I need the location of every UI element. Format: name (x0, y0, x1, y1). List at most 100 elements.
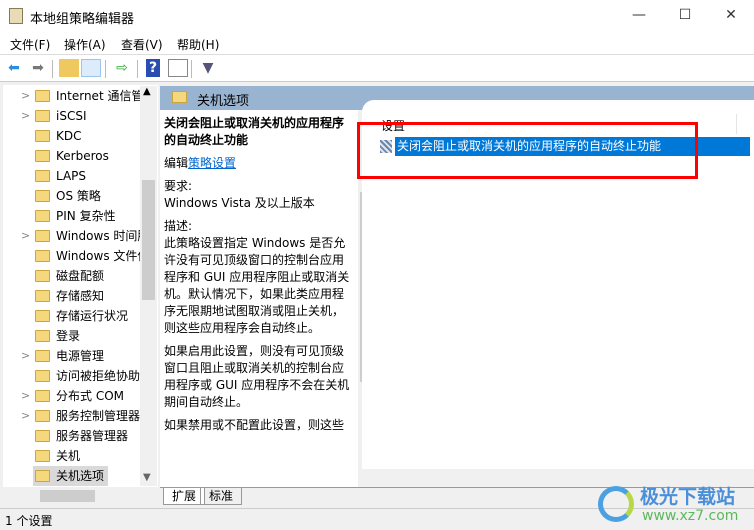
description-label: 描述: (164, 219, 193, 233)
tree-item[interactable]: PIN 复杂性 (3, 206, 140, 226)
app-icon (9, 8, 23, 24)
watermark-logo: 极光下载站 www.xz7.com (598, 480, 750, 528)
tab-standard[interactable]: 标准 (200, 488, 243, 505)
toolbar-separator (52, 60, 53, 78)
export-list-icon[interactable]: ⇨ (112, 59, 132, 77)
chevron-right-icon[interactable]: > (21, 86, 30, 106)
menu-help[interactable]: 帮助(H) (177, 36, 219, 53)
folder-icon (35, 410, 50, 422)
tree-item[interactable]: OS 策略 (3, 186, 140, 206)
tree-item-label: 服务控制管理器 (56, 409, 140, 423)
tree-item-label: Windows 文件保 (56, 249, 140, 263)
tree-item[interactable]: 存储感知 (3, 286, 140, 306)
folder-icon (35, 370, 50, 382)
current-folder-title: 关机选项 (197, 94, 250, 109)
folder-icon (35, 170, 50, 182)
menu-file[interactable]: 文件(F) (10, 36, 50, 53)
tree-item[interactable]: 服务器管理器 (3, 426, 140, 446)
tree-item-label: 登录 (56, 329, 81, 343)
tree-item[interactable]: > Windows 时间服 (3, 226, 140, 246)
toolbar-separator (137, 60, 138, 78)
tree-item-label: 存储感知 (56, 289, 105, 303)
tree-item[interactable]: 访问被拒绝协助 (3, 366, 140, 386)
tree-item[interactable]: LAPS (3, 166, 140, 186)
close-button[interactable]: ✕ (708, 0, 754, 32)
forward-icon[interactable]: ➡ (28, 59, 48, 77)
folder-icon (35, 390, 50, 402)
show-hide-tree-icon[interactable] (81, 59, 101, 77)
tree-item-label: 服务器管理器 (56, 429, 129, 443)
minimize-button[interactable]: — (616, 0, 662, 32)
description-pane: 关闭会阻止或取消关机的应用程序的自动终止功能 编辑策略设置 要求: Window… (160, 110, 358, 487)
scroll-down-icon[interactable]: ▼ (143, 472, 151, 483)
window-title: 本地组策略编辑器 (30, 12, 135, 27)
folder-icon (35, 330, 50, 342)
folder-icon (35, 130, 50, 142)
menu-bar (0, 32, 754, 55)
tab-extended[interactable]: 扩展 (163, 488, 206, 505)
tree-item-label: iSCSI (56, 109, 87, 123)
scroll-up-icon[interactable]: ▲ (143, 86, 151, 97)
requirements-label: 要求: (164, 179, 193, 193)
tree-item-label: 分布式 COM (56, 389, 124, 403)
tree-item[interactable]: > 电源管理 (3, 346, 140, 366)
tree-item[interactable]: 存储运行状况 (3, 306, 140, 326)
folder-icon (35, 430, 50, 442)
toolbar-separator (191, 60, 192, 78)
tree-item-label: Windows 时间服 (56, 229, 140, 243)
tree-item[interactable]: Windows 文件保 (3, 246, 140, 266)
tree-pane: > Internet 通信管 > iSCSI KDC Kerberos LAPS OS 策略 P… (3, 85, 158, 487)
tree-item[interactable]: 磁盘配额 (3, 266, 140, 286)
chevron-right-icon[interactable]: > (21, 346, 30, 366)
tree-item-label: 关机选项 (56, 469, 105, 483)
help-icon[interactable]: ? (146, 59, 160, 77)
back-icon[interactable]: ⬅ (4, 59, 24, 77)
tree-item-label: Kerberos (56, 149, 109, 163)
folder-icon (35, 110, 50, 122)
up-folder-icon[interactable] (59, 59, 79, 77)
tree-item-label: 磁盘配额 (56, 269, 105, 283)
tree-item-label: OS 策略 (56, 189, 101, 203)
description-p1: 此策略设置指定 Windows 是否允许没有可见顶级窗口的控制台应用程序和 GU… (164, 236, 350, 335)
tree-item-label: LAPS (56, 169, 87, 183)
folder-icon (35, 150, 50, 162)
tree-item[interactable]: 登录 (3, 326, 140, 346)
edit-prefix: 编辑 (164, 156, 189, 170)
chevron-right-icon[interactable]: > (21, 106, 30, 126)
menu-view[interactable]: 查看(V) (121, 36, 163, 53)
folder-icon (172, 91, 187, 103)
tree-item[interactable]: > Internet 通信管 (3, 86, 140, 106)
column-divider (736, 114, 737, 134)
status-text: 1 个设置 (5, 514, 53, 528)
chevron-right-icon[interactable]: > (21, 386, 30, 406)
tree-item[interactable]: > iSCSI (3, 106, 140, 126)
folder-icon (35, 470, 50, 482)
tree-hscroll-thumb[interactable] (40, 490, 95, 502)
description-p2: 如果启用此设置，则没有可见顶级窗口且阻止或取消关机的控制台应用程序或 GUI 应… (164, 344, 350, 409)
chevron-right-icon[interactable]: > (21, 226, 30, 246)
tree-item[interactable]: KDC (3, 126, 140, 146)
tree-item[interactable]: 关机选项 (33, 466, 108, 486)
policy-title: 关闭会阻止或取消关机的应用程序的自动终止功能 (164, 116, 345, 147)
highlight-box (357, 122, 698, 179)
tree-item[interactable]: > 服务控制管理器 (3, 406, 140, 426)
folder-icon (35, 190, 50, 202)
filter-icon[interactable]: ▼ (198, 59, 218, 77)
folder-icon (35, 210, 50, 222)
tree-scroll-thumb[interactable] (142, 180, 155, 300)
policy-settings-link[interactable]: 策略设置 (188, 156, 236, 170)
tree-item[interactable]: Kerberos (3, 146, 140, 166)
show-hide-action-icon[interactable] (168, 59, 188, 77)
tree-item-label: Internet 通信管 (56, 89, 140, 103)
tree-item[interactable]: 关机 (3, 446, 140, 466)
tree-item-label: 访问被拒绝协助 (56, 369, 140, 383)
tree-item[interactable]: > 分布式 COM (3, 386, 140, 406)
chevron-right-icon[interactable]: > (21, 406, 30, 426)
folder-icon (35, 290, 50, 302)
menu-action[interactable]: 操作(A) (64, 36, 106, 53)
folder-icon (35, 230, 50, 242)
tree-item-label: 存储运行状况 (56, 309, 129, 323)
requirements-value: Windows Vista 及以上版本 (164, 196, 315, 210)
maximize-button[interactable]: ☐ (662, 0, 708, 32)
tree-item-label: 关机 (56, 449, 81, 463)
